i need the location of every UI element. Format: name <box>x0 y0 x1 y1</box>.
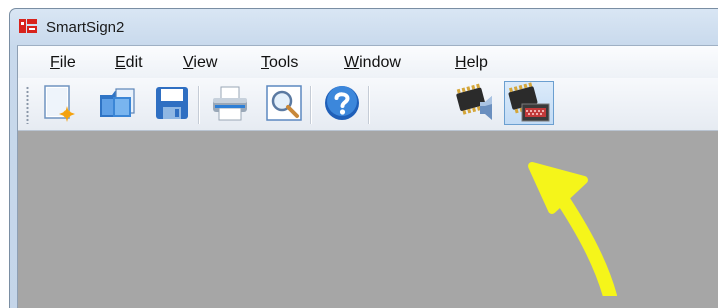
menu-file[interactable]: File <box>48 53 78 73</box>
open-button[interactable] <box>96 81 140 125</box>
menu-window[interactable]: Window <box>342 53 403 73</box>
menu-help[interactable]: Help <box>453 53 490 73</box>
new-document-icon <box>44 85 75 122</box>
menu-tools[interactable]: Tools <box>259 53 300 73</box>
toolbar-separator <box>198 86 200 124</box>
menu-edit[interactable]: Edit <box>113 53 145 73</box>
printer-icon <box>213 86 247 121</box>
print-preview-button[interactable] <box>262 81 306 125</box>
toolbar <box>18 78 718 131</box>
chip-display-icon <box>508 82 550 122</box>
chip-display-button[interactable] <box>504 81 554 125</box>
print-preview-magnifier-icon <box>266 85 302 121</box>
help-question-icon <box>325 86 359 120</box>
print-button[interactable] <box>208 81 252 125</box>
menu-bar: File Edit View Tools Window Help <box>18 46 718 78</box>
window-title: SmartSign2 <box>46 19 125 36</box>
toolbar-separator <box>368 86 370 124</box>
chip-speaker-button[interactable] <box>453 81 497 125</box>
help-button[interactable] <box>320 81 364 125</box>
annotation-arrow-icon <box>528 162 617 296</box>
save-disk-icon <box>156 87 188 119</box>
open-folder-icon <box>100 88 135 117</box>
toolbar-separator <box>310 86 312 124</box>
menu-view[interactable]: View <box>181 53 219 73</box>
chip-speaker-icon <box>456 83 492 120</box>
toolbar-grip[interactable] <box>26 86 29 124</box>
app-logo-icon <box>19 19 37 33</box>
title-bar[interactable]: SmartSign2 <box>10 9 718 45</box>
save-button[interactable] <box>150 81 194 125</box>
new-button[interactable] <box>38 81 82 125</box>
